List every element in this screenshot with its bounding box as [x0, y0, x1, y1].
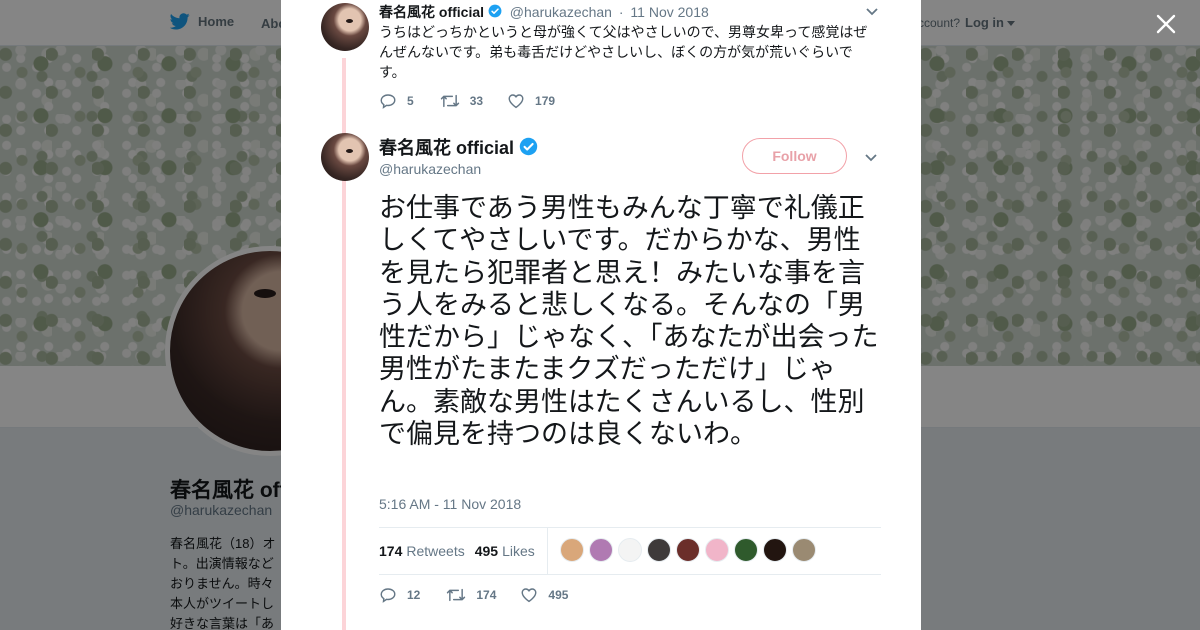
- reply-count: 12: [407, 588, 421, 602]
- tweet-author-name-text: 春名風花 official: [379, 138, 515, 158]
- liker-avatar[interactable]: [589, 538, 613, 562]
- prev-tweet-header: 春名風花 official @harukazechan · 11 Nov 201…: [379, 2, 709, 22]
- prev-tweet-handle[interactable]: @harukazechan: [510, 4, 612, 20]
- chevron-down-icon: [865, 154, 877, 162]
- liker-avatar[interactable]: [676, 538, 700, 562]
- prev-tweet-text: うちはどっちかというと母が強くて父はやさしいので、男尊女卑って感覚はぜんぜんない…: [379, 24, 868, 80]
- heart-icon: [508, 94, 524, 109]
- liker-avatars: [560, 538, 821, 562]
- tweet-author-avatar[interactable]: [321, 133, 369, 181]
- retweet-total-label[interactable]: Retweets: [406, 543, 464, 559]
- tweet-text: お仕事であう男性もみんな丁寧で礼儀正しくてやさしいです。だからかな、男性を見たら…: [379, 193, 879, 451]
- avatar-eye: [346, 19, 353, 23]
- reply-icon: [380, 588, 396, 603]
- tweet-permalink-modal: 春名風花 official @harukazechan · 11 Nov 201…: [281, 0, 921, 630]
- prev-tweet-date[interactable]: 11 Nov 2018: [630, 4, 708, 20]
- prev-tweet-separator: ·: [618, 4, 624, 20]
- reply-button[interactable]: 12: [379, 586, 420, 604]
- liker-avatar[interactable]: [792, 538, 816, 562]
- liker-avatar[interactable]: [763, 538, 787, 562]
- tweet-author-name[interactable]: 春名風花 official: [379, 134, 538, 160]
- prev-tweet-more-button[interactable]: [865, 4, 879, 22]
- tweet-actions: 12 174 495: [379, 586, 594, 604]
- like-total-label[interactable]: Likes: [502, 543, 535, 559]
- like-count: 495: [548, 588, 569, 602]
- reply-icon: [380, 94, 396, 109]
- liker-avatar[interactable]: [618, 538, 642, 562]
- prev-retweet-count: 33: [469, 94, 484, 108]
- prev-tweet-name[interactable]: 春名風花 official: [379, 4, 484, 20]
- retweet-icon: [447, 588, 466, 602]
- prev-reply-count: 5: [407, 94, 414, 108]
- prev-reply-button[interactable]: 5: [379, 92, 414, 110]
- prev-like-count: 179: [535, 94, 556, 108]
- close-button[interactable]: [1152, 10, 1180, 38]
- prev-tweet-avatar[interactable]: [321, 3, 369, 51]
- prev-retweet-button[interactable]: 33: [440, 92, 483, 110]
- prev-tweet-actions: 5 33 179: [379, 92, 581, 110]
- tweet-timestamp[interactable]: 5:16 AM - 11 Nov 2018: [379, 496, 521, 512]
- like-total[interactable]: 495: [475, 543, 498, 559]
- stats-separator: [547, 528, 548, 574]
- chevron-down-icon: [866, 8, 878, 16]
- verified-badge-icon: [519, 137, 538, 156]
- liker-avatar[interactable]: [647, 538, 671, 562]
- liker-avatar[interactable]: [560, 538, 584, 562]
- retweet-button[interactable]: 174: [446, 586, 496, 604]
- tweet-more-button[interactable]: [864, 150, 878, 168]
- liker-avatar[interactable]: [734, 538, 758, 562]
- heart-icon: [521, 588, 537, 603]
- retweet-icon: [440, 94, 459, 108]
- retweet-total[interactable]: 174: [379, 543, 402, 559]
- tweet-stats: 174 Retweets 495 Likes: [379, 528, 545, 574]
- prev-like-button[interactable]: 179: [507, 92, 555, 110]
- stats-bottom-divider: [379, 574, 881, 575]
- close-icon: [1156, 14, 1176, 34]
- tweet-author-handle[interactable]: @harukazechan: [379, 161, 481, 177]
- like-button[interactable]: 495: [520, 586, 568, 604]
- verified-badge-icon: [488, 4, 502, 18]
- liker-avatar[interactable]: [705, 538, 729, 562]
- follow-button[interactable]: Follow: [742, 138, 847, 174]
- retweet-count: 174: [476, 588, 497, 602]
- avatar-eye: [346, 149, 353, 153]
